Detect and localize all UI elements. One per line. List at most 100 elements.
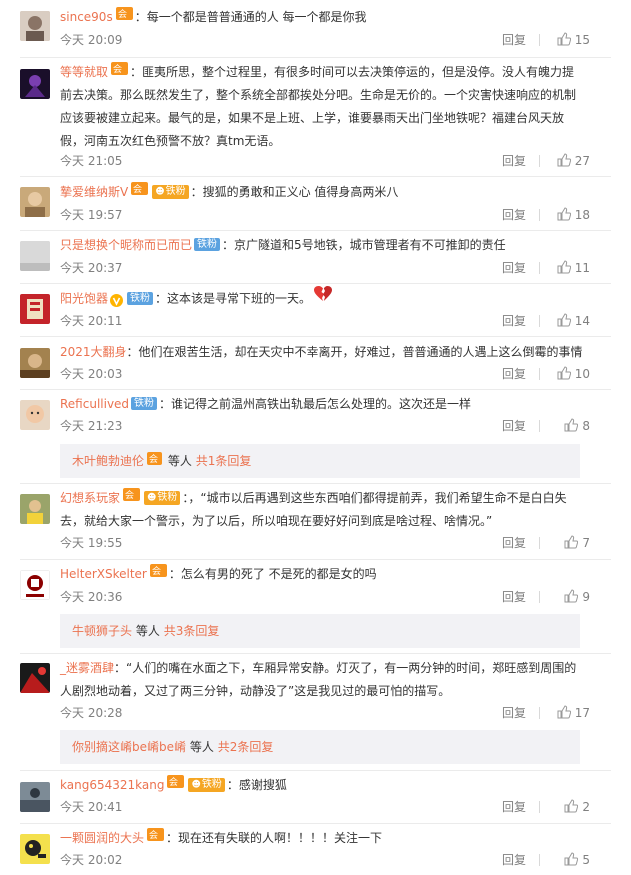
- reply-button[interactable]: 回复: [502, 703, 526, 723]
- separator: [539, 707, 540, 719]
- reply-button[interactable]: 回复: [502, 416, 526, 436]
- avatar[interactable]: [20, 348, 50, 378]
- sub-reply-count-link[interactable]: 共1条回复: [196, 454, 252, 468]
- sub-reply-summary[interactable]: 木叶鲍勃迪伦会 等人 共1条回复: [60, 444, 580, 478]
- reply-button[interactable]: 回复: [502, 151, 526, 171]
- divider: [20, 770, 611, 771]
- reply-button[interactable]: 回复: [502, 587, 526, 607]
- divider: [20, 336, 611, 337]
- sub-reply-summary[interactable]: 牛顿狮子头 等人 共3条回复: [60, 614, 580, 648]
- comment-time: 今天 20:37: [60, 261, 123, 275]
- like-button[interactable]: 11: [542, 258, 590, 278]
- comment-time: 今天 20:03: [60, 367, 123, 381]
- username[interactable]: 一颗圆润的大头: [60, 831, 144, 845]
- sub-reply-count-link[interactable]: 共2条回复: [218, 740, 274, 754]
- sub-reply-prefix: 等人: [189, 740, 214, 754]
- username[interactable]: Reficullived: [60, 397, 129, 411]
- svg-text:会: 会: [152, 565, 161, 577]
- username[interactable]: 2021大翻身: [60, 345, 127, 359]
- avatar[interactable]: [20, 663, 50, 693]
- like-button[interactable]: 2: [542, 797, 590, 817]
- member-badge-icon: 会: [147, 826, 165, 849]
- reply-button[interactable]: 回复: [502, 311, 526, 331]
- like-button[interactable]: 9: [542, 587, 590, 607]
- like-button[interactable]: 7: [542, 533, 590, 553]
- reply-button[interactable]: 回复: [502, 364, 526, 384]
- thumbs-up-icon: [557, 259, 571, 273]
- comment-text: ：京广隧道和5号地铁，城市管理者有不可推卸的责任: [222, 238, 506, 252]
- like-button[interactable]: 5: [542, 850, 590, 870]
- reply-button[interactable]: 回复: [502, 258, 526, 278]
- like-count: 8: [582, 419, 590, 433]
- avatar[interactable]: [20, 494, 50, 524]
- reply-button[interactable]: 回复: [502, 797, 526, 817]
- like-button[interactable]: 27: [542, 151, 590, 171]
- like-count: 11: [574, 261, 590, 275]
- avatar[interactable]: [20, 782, 50, 812]
- avatar[interactable]: [20, 187, 50, 217]
- avatar[interactable]: [20, 400, 50, 430]
- like-button[interactable]: 15: [542, 30, 590, 50]
- like-button[interactable]: 18: [542, 205, 590, 225]
- avatar[interactable]: [20, 241, 50, 271]
- thumbs-up-icon: [564, 588, 579, 602]
- reply-button[interactable]: 回复: [502, 205, 526, 225]
- svg-text:会: 会: [149, 829, 158, 841]
- avatar[interactable]: [20, 69, 50, 99]
- member-badge-icon: 会: [131, 180, 149, 203]
- member-badge-icon: 会: [111, 60, 129, 83]
- sub-reply-username[interactable]: 木叶鲍勃迪伦: [72, 454, 144, 468]
- thumbs-up-icon: [557, 312, 571, 326]
- divider: [20, 176, 611, 177]
- thumbs-up-icon: [564, 534, 579, 548]
- avatar[interactable]: [20, 11, 50, 41]
- separator: [539, 155, 540, 167]
- thumbs-up-icon: [564, 417, 579, 431]
- username[interactable]: 摯爱维纳斯V: [60, 185, 128, 199]
- like-button[interactable]: 14: [542, 311, 590, 331]
- like-button[interactable]: 17: [542, 703, 590, 723]
- avatar[interactable]: [20, 294, 50, 324]
- sub-reply-summary[interactable]: 你别摘这崤be崤be崤 等人 共2条回复: [60, 730, 580, 764]
- separator: [539, 262, 540, 274]
- like-button[interactable]: 8: [542, 416, 590, 436]
- username[interactable]: HelterXSkelter: [60, 567, 147, 581]
- username[interactable]: 只是想换个昵称而已而已: [60, 238, 192, 252]
- username[interactable]: 等等就取: [60, 65, 108, 79]
- username[interactable]: since90s: [60, 10, 113, 24]
- like-count: 10: [574, 367, 590, 381]
- separator: [539, 315, 540, 327]
- reply-button[interactable]: 回复: [502, 850, 526, 870]
- username[interactable]: kang654321kang: [60, 778, 164, 792]
- verified-v-icon: [110, 292, 124, 307]
- comment-text: ：怎么有男的死了 不是死的都是女的吗: [168, 567, 377, 581]
- comment-time: 今天 20:41: [60, 800, 123, 814]
- username[interactable]: _迷雾酒肆: [60, 661, 114, 675]
- comment-time: 今天 20:36: [60, 590, 123, 604]
- comment-text: ：每一个都是普普通通的人 每一个都是你我: [134, 10, 367, 24]
- avatar[interactable]: [20, 834, 50, 864]
- sub-reply-prefix: 等人: [167, 454, 192, 468]
- like-count: 7: [582, 536, 590, 550]
- fan-badge: 铁粉: [127, 291, 154, 305]
- username[interactable]: 阳光饱器: [60, 292, 108, 306]
- sub-reply-username[interactable]: 牛顿狮子头: [72, 624, 132, 638]
- sub-reply-count-link[interactable]: 共3条回复: [164, 624, 220, 638]
- avatar[interactable]: [20, 570, 50, 600]
- username[interactable]: 幻想系玩家: [60, 491, 120, 505]
- comment-time: 今天 20:11: [60, 314, 123, 328]
- fan-badge: 铁粉: [188, 777, 225, 792]
- thumbs-up-icon: [557, 31, 571, 45]
- like-button[interactable]: 10: [542, 364, 590, 384]
- separator: [539, 368, 540, 380]
- fan-badge: 铁粉: [131, 397, 158, 410]
- reply-button[interactable]: 回复: [502, 30, 526, 50]
- reply-button[interactable]: 回复: [502, 533, 526, 553]
- member-badge-icon: 会: [149, 562, 167, 585]
- separator: [539, 591, 540, 603]
- svg-text:会: 会: [113, 63, 122, 75]
- member-badge-icon: 会: [167, 773, 185, 796]
- sub-reply-username[interactable]: 你别摘这崤be崤be崤: [72, 740, 186, 754]
- divider: [20, 823, 611, 824]
- svg-text:会: 会: [133, 183, 142, 195]
